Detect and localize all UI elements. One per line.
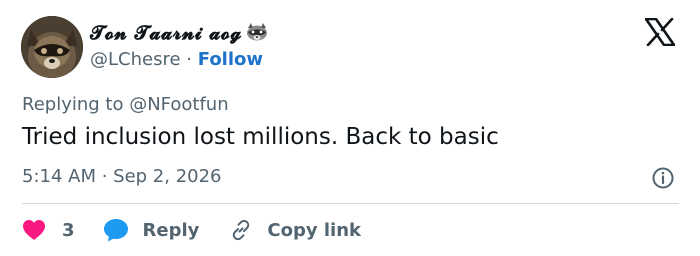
avatar[interactable] xyxy=(21,16,83,78)
tweet-timestamp[interactable]: 5:14 AM · Sep 2, 2026 xyxy=(22,166,222,187)
separator-dot: · xyxy=(186,49,193,70)
link-icon xyxy=(233,219,250,241)
raccoon-avatar-image xyxy=(21,16,83,78)
reply-button[interactable]: Reply xyxy=(103,218,200,242)
tweet-card: 𝓣𝓸𝓷 𝓣𝓪𝓪𝓻𝓷𝓲 𝓪𝓸𝓰 @LChesre · Follow Replyin… xyxy=(0,0,700,256)
tweet-text: Tried inclusion lost millions. Back to b… xyxy=(22,124,499,150)
info-icon[interactable] xyxy=(651,166,675,190)
x-logo-icon[interactable] xyxy=(644,17,676,47)
display-name-text: 𝓣𝓸𝓷 𝓣𝓪𝓪𝓻𝓷𝓲 𝓪𝓸𝓰 xyxy=(90,22,243,44)
divider xyxy=(22,203,679,204)
reply-label: Reply xyxy=(142,219,200,241)
reply-bubble-icon xyxy=(103,219,128,242)
heart-icon xyxy=(23,220,45,240)
copy-link-button[interactable]: Copy link xyxy=(229,218,361,242)
like-count: 3 xyxy=(62,219,75,241)
author-handle-line: @LChesre · Follow xyxy=(90,49,263,70)
like-button[interactable]: 3 xyxy=(22,219,75,241)
follow-button[interactable]: Follow xyxy=(198,49,263,70)
display-name[interactable]: 𝓣𝓸𝓷 𝓣𝓪𝓪𝓻𝓷𝓲 𝓪𝓸𝓰 xyxy=(90,22,268,44)
copy-link-label: Copy link xyxy=(267,219,361,241)
replying-to-text: Replying to @NFootfun xyxy=(22,94,229,115)
action-bar: 3 Reply Copy link xyxy=(22,216,361,244)
author-handle[interactable]: @LChesre xyxy=(90,49,181,70)
raccoon-icon xyxy=(246,23,268,41)
